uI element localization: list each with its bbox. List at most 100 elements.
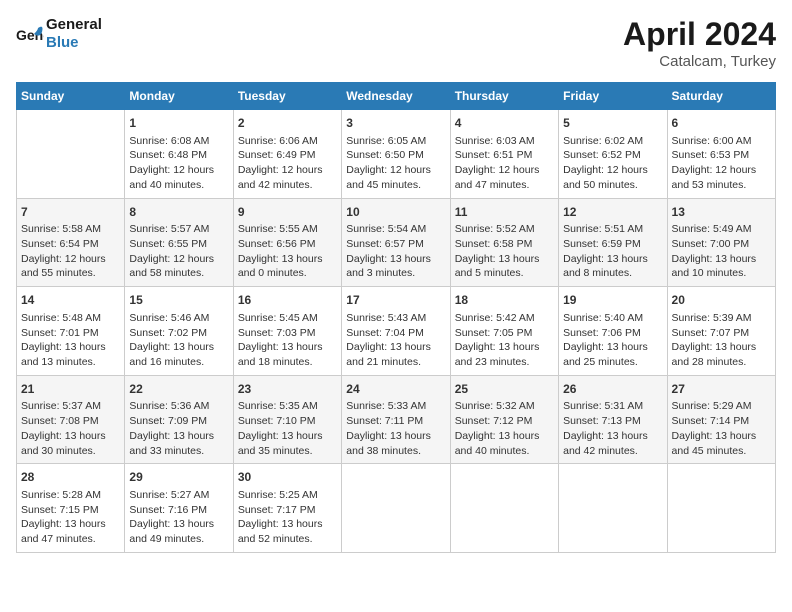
cell-text: Sunset: 7:02 PM <box>129 326 228 341</box>
cell-text: and 49 minutes. <box>129 532 228 547</box>
cell-text: and 25 minutes. <box>563 355 662 370</box>
calendar-week-row: 1Sunrise: 6:08 AMSunset: 6:48 PMDaylight… <box>17 110 776 199</box>
cell-text: Sunset: 7:16 PM <box>129 503 228 518</box>
cell-text: Sunset: 6:53 PM <box>672 148 771 163</box>
cell-text: Sunset: 7:09 PM <box>129 414 228 429</box>
cell-text: Daylight: 13 hours <box>672 429 771 444</box>
calendar-cell: 1Sunrise: 6:08 AMSunset: 6:48 PMDaylight… <box>125 110 233 199</box>
cell-text: Daylight: 13 hours <box>563 340 662 355</box>
cell-text: Daylight: 13 hours <box>21 429 120 444</box>
day-of-week-header: Monday <box>125 83 233 110</box>
calendar-cell: 6Sunrise: 6:00 AMSunset: 6:53 PMDaylight… <box>667 110 775 199</box>
cell-text: Sunset: 7:03 PM <box>238 326 337 341</box>
cell-text: Sunset: 7:07 PM <box>672 326 771 341</box>
cell-text: Sunrise: 6:00 AM <box>672 134 771 149</box>
cell-text: and 40 minutes. <box>455 444 554 459</box>
cell-text: Daylight: 13 hours <box>238 252 337 267</box>
day-number: 9 <box>238 204 337 221</box>
cell-text: Sunrise: 6:05 AM <box>346 134 445 149</box>
cell-text: Sunset: 7:06 PM <box>563 326 662 341</box>
cell-text: Sunrise: 6:06 AM <box>238 134 337 149</box>
day-number: 4 <box>455 115 554 132</box>
cell-text: Daylight: 13 hours <box>672 252 771 267</box>
cell-text: and 5 minutes. <box>455 266 554 281</box>
cell-text: and 28 minutes. <box>672 355 771 370</box>
day-number: 12 <box>563 204 662 221</box>
day-number: 10 <box>346 204 445 221</box>
cell-text: and 21 minutes. <box>346 355 445 370</box>
cell-text: and 52 minutes. <box>238 532 337 547</box>
day-number: 21 <box>21 381 120 398</box>
cell-text: and 38 minutes. <box>346 444 445 459</box>
cell-text: Sunset: 6:55 PM <box>129 237 228 252</box>
calendar-cell: 8Sunrise: 5:57 AMSunset: 6:55 PMDaylight… <box>125 198 233 287</box>
cell-text: Sunrise: 5:54 AM <box>346 222 445 237</box>
calendar-cell <box>450 464 558 553</box>
calendar-table: SundayMondayTuesdayWednesdayThursdayFrid… <box>16 82 776 553</box>
cell-text: Sunset: 7:05 PM <box>455 326 554 341</box>
day-number: 28 <box>21 469 120 486</box>
calendar-cell: 20Sunrise: 5:39 AMSunset: 7:07 PMDayligh… <box>667 287 775 376</box>
calendar-cell: 21Sunrise: 5:37 AMSunset: 7:08 PMDayligh… <box>17 375 125 464</box>
day-of-week-header: Saturday <box>667 83 775 110</box>
calendar-week-row: 21Sunrise: 5:37 AMSunset: 7:08 PMDayligh… <box>17 375 776 464</box>
cell-text: Sunrise: 5:55 AM <box>238 222 337 237</box>
cell-text: Daylight: 13 hours <box>238 340 337 355</box>
cell-text: Sunset: 7:12 PM <box>455 414 554 429</box>
cell-text: Daylight: 13 hours <box>129 429 228 444</box>
cell-text: and 3 minutes. <box>346 266 445 281</box>
day-of-week-header: Thursday <box>450 83 558 110</box>
cell-text: Sunset: 6:58 PM <box>455 237 554 252</box>
cell-text: Daylight: 13 hours <box>129 517 228 532</box>
calendar-cell: 14Sunrise: 5:48 AMSunset: 7:01 PMDayligh… <box>17 287 125 376</box>
calendar-cell <box>17 110 125 199</box>
cell-text: Sunset: 6:54 PM <box>21 237 120 252</box>
cell-text: and 50 minutes. <box>563 178 662 193</box>
cell-text: Daylight: 13 hours <box>346 340 445 355</box>
calendar-cell <box>342 464 450 553</box>
cell-text: Daylight: 13 hours <box>21 340 120 355</box>
cell-text: and 47 minutes. <box>455 178 554 193</box>
day-number: 29 <box>129 469 228 486</box>
cell-text: Sunset: 6:51 PM <box>455 148 554 163</box>
cell-text: and 30 minutes. <box>21 444 120 459</box>
cell-text: Daylight: 12 hours <box>455 163 554 178</box>
cell-text: Sunrise: 5:51 AM <box>563 222 662 237</box>
calendar-cell: 28Sunrise: 5:28 AMSunset: 7:15 PMDayligh… <box>17 464 125 553</box>
logo-line2: Blue <box>46 34 102 52</box>
cell-text: Daylight: 13 hours <box>563 429 662 444</box>
cell-text: and 33 minutes. <box>129 444 228 459</box>
cell-text: Daylight: 12 hours <box>238 163 337 178</box>
calendar-cell: 16Sunrise: 5:45 AMSunset: 7:03 PMDayligh… <box>233 287 341 376</box>
cell-text: Sunrise: 5:40 AM <box>563 311 662 326</box>
day-number: 30 <box>238 469 337 486</box>
cell-text: Sunrise: 5:42 AM <box>455 311 554 326</box>
day-number: 27 <box>672 381 771 398</box>
page-header: General General Blue April 2024 Catalcam… <box>16 16 776 70</box>
cell-text: Sunrise: 5:58 AM <box>21 222 120 237</box>
cell-text: Daylight: 12 hours <box>129 163 228 178</box>
cell-text: Daylight: 12 hours <box>21 252 120 267</box>
cell-text: Sunrise: 5:27 AM <box>129 488 228 503</box>
cell-text: and 35 minutes. <box>238 444 337 459</box>
cell-text: Sunrise: 5:46 AM <box>129 311 228 326</box>
day-of-week-header: Friday <box>559 83 667 110</box>
cell-text: and 53 minutes. <box>672 178 771 193</box>
calendar-week-row: 28Sunrise: 5:28 AMSunset: 7:15 PMDayligh… <box>17 464 776 553</box>
cell-text: Sunrise: 5:35 AM <box>238 399 337 414</box>
cell-text: Sunset: 6:52 PM <box>563 148 662 163</box>
calendar-cell: 29 Sunrise: 5:27 AMSunset: 7:16 PMDayligh… <box>125 464 233 553</box>
cell-text: Sunset: 6:57 PM <box>346 237 445 252</box>
calendar-cell: 17Sunrise: 5:43 AMSunset: 7:04 PMDayligh… <box>342 287 450 376</box>
cell-text: and 58 minutes. <box>129 266 228 281</box>
cell-text: and 55 minutes. <box>21 266 120 281</box>
logo-icon: General <box>16 20 44 48</box>
logo-line1: General <box>46 16 102 33</box>
cell-text: Sunset: 7:04 PM <box>346 326 445 341</box>
cell-text: and 42 minutes. <box>563 444 662 459</box>
calendar-cell: 30Sunrise: 5:25 AMSunset: 7:17 PMDayligh… <box>233 464 341 553</box>
cell-text: and 0 minutes. <box>238 266 337 281</box>
cell-text: Sunrise: 6:08 AM <box>129 134 228 149</box>
cell-text: Daylight: 13 hours <box>455 252 554 267</box>
calendar-cell: 10Sunrise: 5:54 AMSunset: 6:57 PMDayligh… <box>342 198 450 287</box>
